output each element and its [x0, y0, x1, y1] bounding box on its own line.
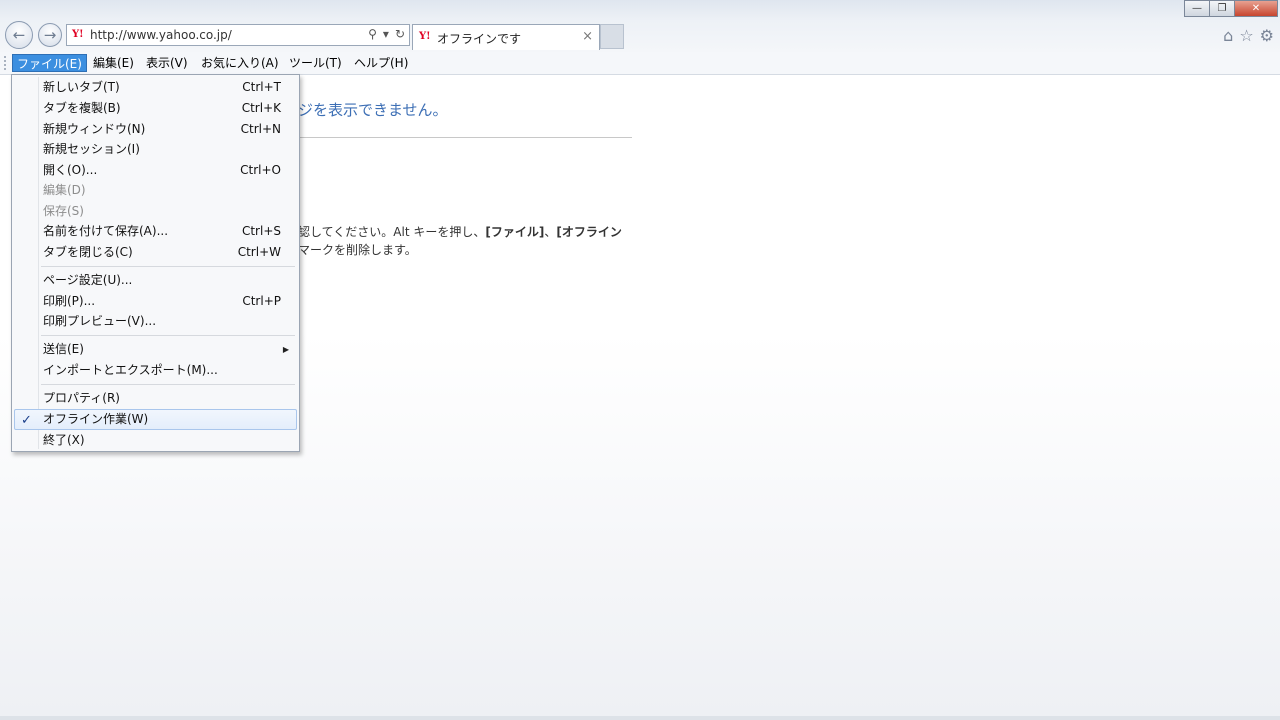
- menu-item-open[interactable]: 開く(O)... Ctrl+O: [14, 160, 297, 181]
- menu-separator: [41, 266, 295, 267]
- menu-item-new-session[interactable]: 新規セッション(I): [14, 139, 297, 160]
- menu-item-label: ページ設定(U)...: [43, 273, 133, 287]
- menu-item-label: 新規セッション(I): [43, 142, 140, 156]
- tab-title: オフラインです: [437, 32, 522, 46]
- forward-arrow-icon: →: [43, 25, 57, 44]
- menu-favorites[interactable]: お気に入り(A): [197, 54, 283, 72]
- toolbar-right-icons: ⌂ ☆ ⚙: [1223, 26, 1274, 45]
- menu-item-shortcut: Ctrl+O: [240, 163, 281, 177]
- menu-item-label: インポートとエクスポート(M)...: [43, 363, 218, 377]
- yahoo-favicon-icon: Y!: [419, 31, 431, 42]
- menu-item-label: 開く(O)...: [43, 163, 98, 177]
- maximize-button[interactable]: ❐: [1209, 0, 1235, 17]
- menu-item-shortcut: Ctrl+W: [237, 245, 281, 259]
- menu-item-shortcut: Ctrl+S: [241, 224, 281, 238]
- menu-view[interactable]: 表示(V): [142, 54, 192, 72]
- file-menu-ref: [ファイル]: [485, 225, 545, 239]
- gear-icon[interactable]: ⚙: [1260, 26, 1274, 45]
- menu-item-exit[interactable]: 終了(X): [14, 430, 297, 451]
- window-controls: — ❐ ✕: [1184, 0, 1278, 17]
- menu-item-label: 印刷プレビュー(V)...: [43, 314, 157, 328]
- menu-separator: [41, 384, 295, 385]
- menu-item-import-export[interactable]: インポートとエクスポート(M)...: [14, 360, 297, 381]
- menu-file[interactable]: ファイル(E): [12, 54, 87, 72]
- menu-item-new-tab[interactable]: 新しいタブ(T) Ctrl+T: [14, 77, 297, 98]
- menu-item-label: 終了(X): [43, 433, 85, 447]
- menu-item-save: 保存(S): [14, 201, 297, 222]
- menu-item-label: 編集(D): [43, 183, 86, 197]
- menu-edit[interactable]: 編集(E): [89, 54, 138, 72]
- menu-item-print-preview[interactable]: 印刷プレビュー(V)...: [14, 311, 297, 332]
- menu-item-shortcut: Ctrl+T: [242, 80, 281, 94]
- back-arrow-icon: ←: [12, 25, 26, 44]
- menu-item-shortcut: Ctrl+P: [242, 294, 281, 308]
- menu-item-send[interactable]: 送信(E) ▶: [14, 339, 297, 360]
- menu-help[interactable]: ヘルプ(H): [350, 54, 412, 72]
- minimize-button[interactable]: —: [1184, 0, 1210, 17]
- page-title: ジを表示できません。: [298, 101, 448, 119]
- menu-item-label: プロパティ(R): [43, 391, 120, 405]
- instruction-line-2: マークを削除します。: [298, 243, 417, 257]
- menu-item-duplicate-tab[interactable]: タブを複製(B) Ctrl+K: [14, 98, 297, 119]
- home-icon[interactable]: ⌂: [1223, 26, 1233, 45]
- menu-item-label: 名前を付けて保存(A)...: [43, 224, 169, 238]
- tab-close-icon[interactable]: ×: [582, 29, 593, 44]
- new-tab-button[interactable]: [600, 24, 624, 49]
- refresh-icon[interactable]: ↻: [395, 27, 405, 41]
- divider: [298, 137, 632, 138]
- browser-toolbar: — ❐ ✕ ← → Y! http://www.yahoo.co.jp/ ⚲ ▾…: [0, 0, 1280, 53]
- menu-item-save-as[interactable]: 名前を付けて保存(A)... Ctrl+S: [14, 221, 297, 242]
- menu-item-new-window[interactable]: 新規ウィンドウ(N) Ctrl+N: [14, 119, 297, 140]
- menu-item-edit: 編集(D): [14, 180, 297, 201]
- menu-item-label: 印刷(P)...: [43, 294, 96, 308]
- search-icon[interactable]: ⚲: [368, 27, 377, 41]
- address-bar[interactable]: Y! http://www.yahoo.co.jp/ ⚲ ▾ ↻: [66, 24, 410, 46]
- menu-item-label: オフライン作業(W): [43, 412, 149, 426]
- forward-button[interactable]: →: [38, 23, 62, 47]
- submenu-arrow-icon: ▶: [282, 345, 289, 354]
- menu-separator: [41, 335, 295, 336]
- menu-item-close-tab[interactable]: タブを閉じる(C) Ctrl+W: [14, 242, 297, 263]
- favorites-star-icon[interactable]: ☆: [1239, 26, 1253, 45]
- tab-offline[interactable]: Y! オフラインです ×: [412, 24, 600, 50]
- checkmark-icon: ✓: [21, 413, 32, 428]
- menu-bar: ファイル(E) 編集(E) 表示(V) お気に入り(A) ツール(T) ヘルプ(…: [0, 52, 1280, 75]
- menu-item-label: 送信(E): [43, 342, 84, 356]
- menu-item-label: タブを複製(B): [43, 101, 121, 115]
- close-window-button[interactable]: ✕: [1234, 0, 1278, 17]
- menu-item-label: タブを閉じる(C): [43, 245, 133, 259]
- menu-item-work-offline[interactable]: ✓ オフライン作業(W): [14, 409, 297, 430]
- menu-item-shortcut: Ctrl+K: [241, 101, 281, 115]
- bottom-edge: [0, 716, 1280, 720]
- address-tools: ⚲ ▾ ↻: [368, 27, 405, 41]
- back-button[interactable]: ←: [5, 21, 33, 49]
- menubar-grip: [4, 56, 8, 70]
- menu-item-page-setup[interactable]: ページ設定(U)...: [14, 270, 297, 291]
- dropdown-chevron-icon[interactable]: ▾: [383, 27, 389, 41]
- instruction-comma: 、: [544, 225, 557, 239]
- instruction-text: 認してください。Alt キーを押し、: [298, 225, 486, 239]
- menu-item-print[interactable]: 印刷(P)... Ctrl+P: [14, 291, 297, 312]
- offline-ref: [オフライン: [556, 225, 622, 239]
- file-menu-dropdown: 新しいタブ(T) Ctrl+T タブを複製(B) Ctrl+K 新規ウィンドウ(…: [11, 74, 300, 452]
- menu-item-label: 新規ウィンドウ(N): [43, 122, 146, 136]
- menu-tools[interactable]: ツール(T): [285, 54, 346, 72]
- menu-item-shortcut: Ctrl+N: [240, 122, 281, 136]
- yahoo-favicon-icon: Y!: [72, 29, 84, 40]
- instruction-line-1: 認してください。Alt キーを押し、[ファイル]、[オフライン: [298, 223, 622, 240]
- menu-item-properties[interactable]: プロパティ(R): [14, 388, 297, 409]
- menu-item-label: 新しいタブ(T): [43, 80, 120, 94]
- address-url[interactable]: http://www.yahoo.co.jp/: [90, 28, 232, 42]
- menu-item-label: 保存(S): [43, 204, 84, 218]
